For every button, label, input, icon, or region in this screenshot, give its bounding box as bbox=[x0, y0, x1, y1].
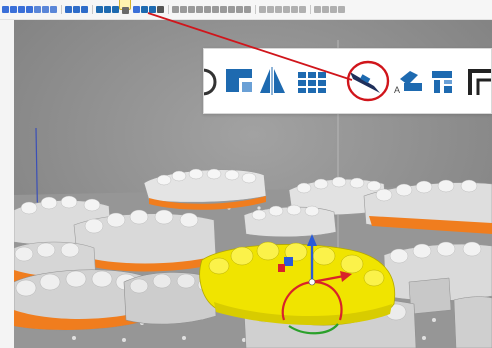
sphere-icon[interactable] bbox=[188, 6, 195, 13]
mirror-icon[interactable] bbox=[260, 67, 285, 95]
toolbar-separator bbox=[255, 5, 256, 14]
dental-model[interactable] bbox=[453, 296, 492, 348]
view-top-icon[interactable] bbox=[34, 6, 41, 13]
circle-icon[interactable] bbox=[212, 6, 219, 13]
hollow-icon[interactable] bbox=[141, 6, 148, 13]
slice-icon[interactable] bbox=[172, 6, 179, 13]
toolbar-separator bbox=[168, 5, 169, 14]
arrange-icon[interactable] bbox=[112, 6, 119, 13]
view-left-icon[interactable] bbox=[18, 6, 25, 13]
toolbar-separator bbox=[310, 5, 311, 14]
view-bottom-icon[interactable] bbox=[42, 6, 49, 13]
label-icon[interactable]: A bbox=[394, 71, 422, 95]
selected-dental-model[interactable] bbox=[199, 241, 396, 326]
view-right-icon[interactable] bbox=[26, 6, 33, 13]
grid-2-icon[interactable] bbox=[267, 6, 274, 13]
grid-icon[interactable] bbox=[259, 6, 266, 13]
grid-4-icon[interactable] bbox=[283, 6, 290, 13]
grid-5-icon[interactable] bbox=[291, 6, 298, 13]
circle-2-icon[interactable] bbox=[220, 6, 227, 13]
cut-tool-highlight bbox=[119, 0, 131, 19]
arrange-grid-icon[interactable] bbox=[298, 72, 326, 93]
move-icon[interactable] bbox=[65, 6, 72, 13]
sphere-3-icon[interactable] bbox=[204, 6, 211, 13]
mirror-icon[interactable] bbox=[104, 6, 111, 13]
step-icon[interactable] bbox=[244, 6, 251, 13]
cut-tool-icon[interactable] bbox=[350, 72, 380, 93]
circle-3-icon[interactable] bbox=[228, 6, 235, 13]
sphere-2-icon[interactable] bbox=[196, 6, 203, 13]
view-back-icon[interactable] bbox=[10, 6, 17, 13]
view-iso-icon[interactable] bbox=[50, 6, 57, 13]
rotate-icon[interactable] bbox=[81, 6, 88, 13]
add-icon[interactable] bbox=[73, 6, 80, 13]
frame-partial-icon[interactable] bbox=[468, 69, 492, 95]
play-icon[interactable] bbox=[236, 6, 243, 13]
main-toolbar bbox=[0, 0, 492, 20]
dental-model[interactable] bbox=[73, 209, 217, 272]
lay-flat-icon[interactable] bbox=[96, 6, 103, 13]
send-icon[interactable] bbox=[314, 6, 321, 13]
lay-flat-icon[interactable] bbox=[226, 69, 252, 92]
cut-tool-icon[interactable] bbox=[122, 6, 129, 14]
rotate-partial-icon[interactable] bbox=[204, 68, 217, 96]
info-icon[interactable] bbox=[322, 6, 329, 13]
supports-icon[interactable] bbox=[432, 71, 452, 93]
view-front-icon[interactable] bbox=[2, 6, 9, 13]
toolbar-separator bbox=[92, 5, 93, 14]
supports-icon[interactable] bbox=[149, 6, 156, 13]
more-icon[interactable] bbox=[338, 6, 345, 13]
label-icon[interactable] bbox=[133, 6, 140, 13]
svg-text:A: A bbox=[394, 85, 400, 95]
toolbar-separator bbox=[61, 5, 62, 14]
settings-icon[interactable] bbox=[180, 6, 187, 13]
grid-3-icon[interactable] bbox=[275, 6, 282, 13]
auto-support-icon[interactable] bbox=[157, 6, 164, 13]
help-icon[interactable] bbox=[330, 6, 337, 13]
zoomed-toolbar-callout: A bbox=[203, 48, 492, 114]
print-icon[interactable] bbox=[299, 6, 306, 13]
